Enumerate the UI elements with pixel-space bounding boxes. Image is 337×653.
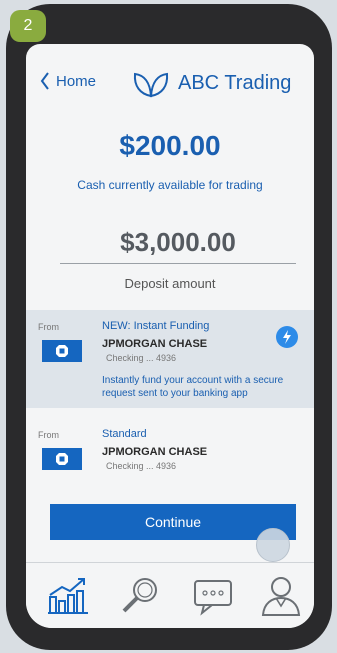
option-account: Checking ... 4936 — [106, 461, 177, 471]
header: Home ABC Trading — [26, 64, 314, 104]
chase-bank-icon — [42, 340, 82, 362]
step-badge: 2 — [10, 10, 46, 42]
funding-option-instant[interactable]: From NEW: Instant Funding JPMORGAN CHASE… — [26, 310, 314, 408]
chevron-left-icon — [40, 72, 49, 90]
deposit-amount-input[interactable] — [60, 222, 296, 264]
app-screen: Home ABC Trading $200.00 Cash currently … — [26, 44, 314, 628]
from-label: From — [38, 322, 59, 332]
search-icon[interactable] — [118, 573, 164, 619]
back-label: Home — [56, 72, 97, 90]
chart-icon[interactable] — [46, 573, 92, 619]
funding-option-standard[interactable]: From Standard JPMORGAN CHASE Checking ..… — [26, 418, 314, 482]
option-account: Checking ... 4936 — [106, 353, 177, 363]
leaf-logo-icon — [133, 72, 169, 98]
chat-icon[interactable] — [190, 573, 236, 619]
from-label: From — [38, 430, 59, 440]
option-title: NEW: Instant Funding — [102, 320, 210, 332]
option-bank-name: JPMORGAN CHASE — [102, 446, 208, 458]
profile-icon[interactable] — [258, 573, 304, 619]
option-description: Instantly fund your account with a secur… — [102, 375, 284, 399]
back-button[interactable]: Home — [40, 72, 96, 90]
cash-available-amount: $200.00 — [119, 130, 221, 161]
lightning-bolt-icon — [276, 326, 298, 348]
tab-bar — [26, 562, 314, 628]
option-title: Standard — [102, 428, 147, 440]
chase-bank-icon — [42, 448, 82, 470]
option-bank-name: JPMORGAN CHASE — [102, 338, 208, 350]
cash-available-caption: Cash currently available for trading — [77, 178, 263, 192]
deposit-amount-label: Deposit amount — [124, 276, 216, 291]
brand-name: ABC Trading — [178, 72, 292, 94]
touch-indicator — [256, 528, 290, 562]
